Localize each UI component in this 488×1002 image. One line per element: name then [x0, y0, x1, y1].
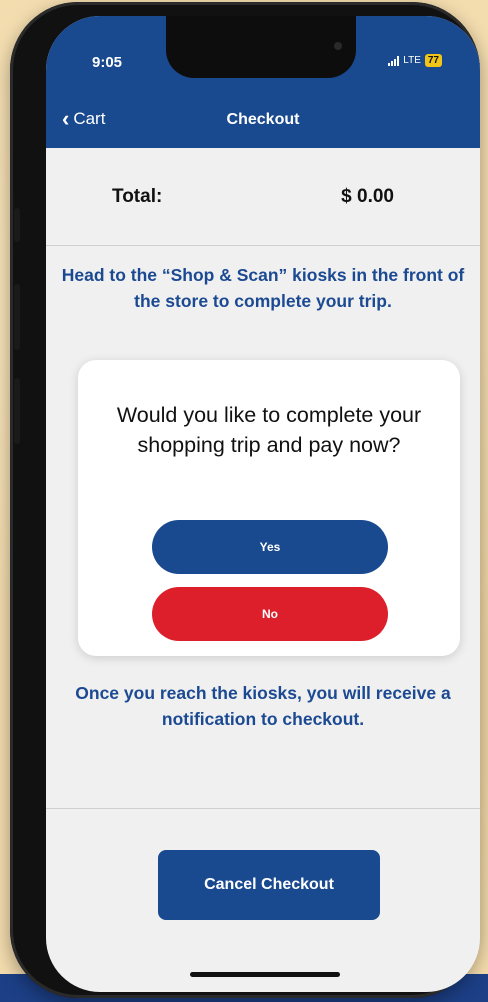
status-time: 9:05 [92, 54, 123, 71]
page-title: Checkout [226, 111, 300, 128]
total-row: Total: $ 0.00 [46, 148, 480, 246]
notification-note: Once you reach the kiosks, you will rece… [75, 683, 451, 729]
volume-up-button [14, 284, 20, 350]
total-value: $ 0.00 [341, 186, 394, 207]
divider [46, 808, 480, 809]
phone-screen: 9:05 LTE 77 ‹ Cart Checkout Total: $ 0.0… [46, 16, 480, 992]
kiosk-instructions: Head to the “Shop & Scan” kiosks in the … [61, 265, 465, 311]
home-indicator[interactable] [190, 972, 340, 977]
volume-down-button [14, 378, 20, 444]
pay-now-dialog: Would you like to complete your shopping… [78, 360, 460, 656]
status-bar: 9:05 LTE 77 [46, 16, 480, 96]
total-label: Total: [112, 186, 163, 207]
cancel-checkout-button[interactable]: Cancel Checkout [158, 850, 380, 920]
battery-icon: 77 [424, 54, 442, 67]
yes-button[interactable]: Yes [152, 520, 388, 574]
signal-icon [388, 55, 400, 66]
status-indicators: LTE 77 [388, 54, 442, 67]
network-type: LTE [403, 55, 421, 66]
dialog-question: Would you like to complete your shopping… [116, 403, 422, 457]
mute-switch [14, 208, 20, 242]
notch [166, 16, 356, 78]
nav-bar: ‹ Cart Checkout [46, 96, 480, 148]
camera-icon [334, 42, 342, 50]
phone-frame: 9:05 LTE 77 ‹ Cart Checkout Total: $ 0.0… [10, 2, 480, 998]
no-button[interactable]: No [152, 587, 388, 641]
